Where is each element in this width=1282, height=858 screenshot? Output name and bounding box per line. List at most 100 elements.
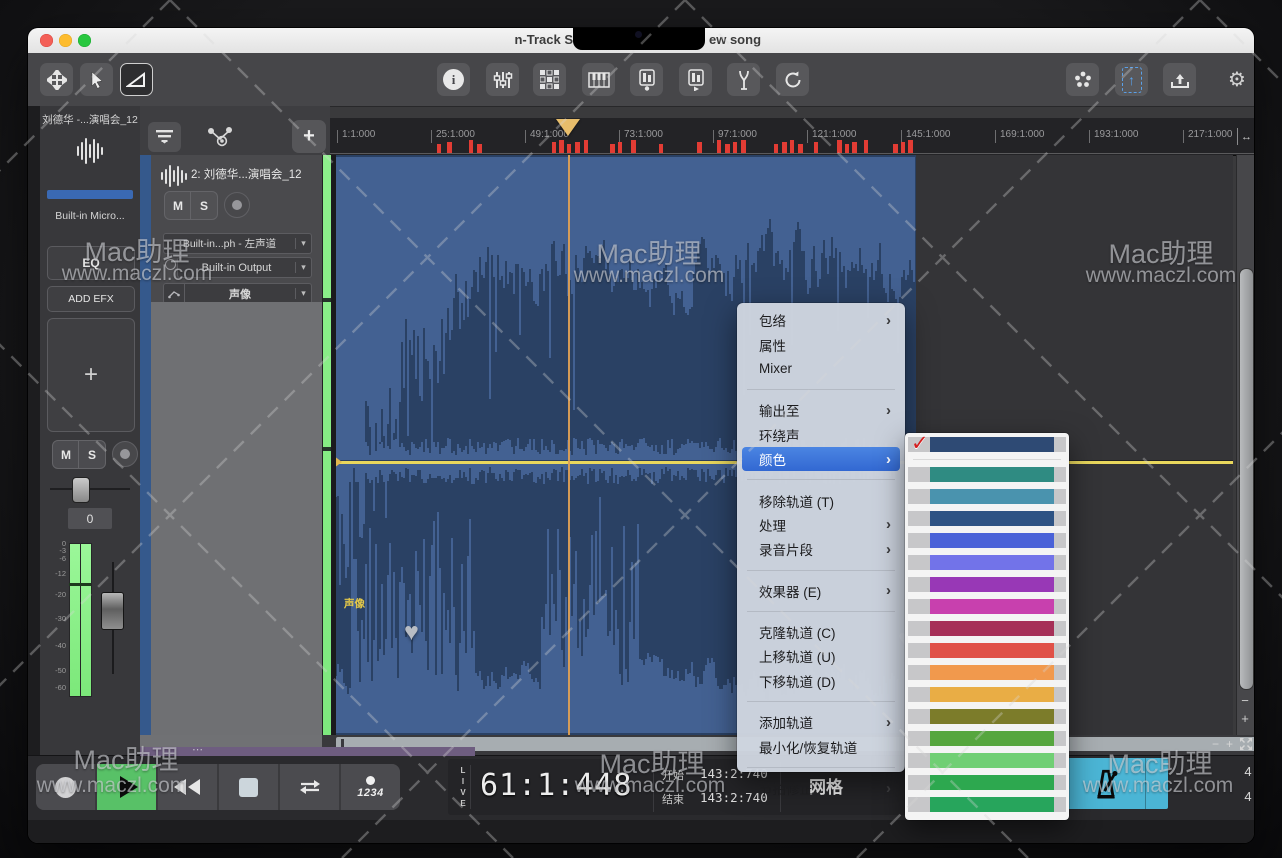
add-plugin-slot[interactable]: + [47,318,135,432]
color-swatch[interactable] [908,467,1066,482]
track-list-menu-button[interactable] [148,122,181,152]
track-mute-button[interactable]: M [164,191,192,220]
menu-item[interactable]: 最小化/恢复轨道 [737,734,905,758]
minimized-track-row[interactable]: ⋯ [140,747,475,756]
timeline-marker[interactable] [741,140,746,153]
menu-item[interactable]: 颜色› [742,447,900,471]
color-swatch[interactable] [908,489,1066,504]
timeline-ruler[interactable]: 1:1:00025:1:00049:1:00073:1:00097:1:0001… [330,118,1254,156]
timeline-marker[interactable] [893,144,898,153]
menu-item[interactable]: 移除轨道 (T) [737,488,905,512]
timeline-marker[interactable] [901,142,905,153]
timeline-marker[interactable] [567,144,571,153]
menu-item[interactable]: 处理› [737,513,905,537]
pan-select[interactable]: 声像 ▾ [163,283,312,304]
menu-item[interactable]: 包络› [737,308,905,332]
menu-item[interactable]: 上移轨道 (U) [737,644,905,668]
color-swatch[interactable] [908,709,1066,724]
vertical-scrollbar-thumb[interactable] [1239,268,1254,690]
volume-fader-handle[interactable] [101,592,124,630]
add-instrument-track-button[interactable] [679,63,712,96]
horizontal-zoom-out-button[interactable]: − [1212,737,1219,751]
timeline-marker[interactable] [559,140,564,153]
timeline-marker[interactable] [725,144,730,153]
color-swatch[interactable] [908,621,1066,636]
add-efx-button[interactable]: ADD EFX [47,286,135,312]
color-swatch[interactable] [908,731,1066,746]
timeline-marker[interactable] [469,140,473,153]
menu-item[interactable]: 属性 [737,332,905,356]
timeline-marker[interactable] [610,144,615,153]
color-swatch[interactable] [908,511,1066,526]
timeline-marker[interactable] [798,144,803,153]
menu-item[interactable]: 节拍修正› [737,776,905,800]
color-swatch[interactable] [908,753,1066,768]
color-swatch[interactable] [908,533,1066,548]
mixer-button[interactable] [486,63,519,96]
timeline-marker[interactable] [782,142,787,153]
color-swatch[interactable] [908,775,1066,790]
color-swatch[interactable] [908,555,1066,570]
sync-button[interactable] [776,63,809,96]
arm-record-button[interactable] [112,441,138,467]
time-signature-top[interactable]: 4 [1240,764,1254,779]
timeline-marker[interactable] [618,142,622,153]
timeline-marker[interactable] [864,140,868,153]
timeline-marker[interactable] [659,144,663,153]
zoom-window-button[interactable] [78,34,91,47]
timeline-marker[interactable] [717,140,721,153]
tuner-button[interactable] [727,63,760,96]
menu-item[interactable]: 下移轨道 (D) [737,669,905,693]
menu-item[interactable]: Mixer [737,357,905,381]
loop-button[interactable] [280,764,339,810]
menu-item[interactable]: 环绕声 [737,423,905,447]
mute-button[interactable]: M [52,440,80,469]
move-tool-button[interactable] [40,63,73,96]
timeline-marker[interactable] [845,144,849,153]
fade-tool-button[interactable] [120,63,153,96]
select-tool-button[interactable] [80,63,113,96]
timeline-marker[interactable] [477,144,482,153]
count-in-button[interactable]: 1234 [341,764,400,810]
time-signature-bottom[interactable]: 4 [1240,789,1254,804]
vertical-scrollbar[interactable] [1236,155,1254,735]
stop-button[interactable] [219,764,278,810]
timeline-marker[interactable] [908,140,913,153]
menu-item[interactable]: 克隆轨道 (C) [737,620,905,644]
info-button[interactable]: i [437,63,470,96]
menu-item[interactable]: 录音片段› [737,537,905,561]
color-swatch[interactable] [908,665,1066,680]
ruler-range-icon[interactable]: ↔ [1237,128,1254,145]
envelope-node-icon[interactable] [336,456,342,468]
menu-item[interactable]: 输出至› [737,398,905,422]
color-swatch[interactable] [908,577,1066,592]
minimize-window-button[interactable] [59,34,72,47]
timeline-marker[interactable] [790,140,794,153]
timeline-marker[interactable] [774,144,778,153]
add-audio-track-button[interactable] [630,63,663,96]
timeline-marker[interactable] [852,142,857,153]
fit-zoom-button[interactable] [1240,738,1252,753]
export-button[interactable] [1163,63,1196,96]
color-swatch[interactable] [908,797,1066,812]
menu-item[interactable]: 效果器 (E)› [737,579,905,603]
timeline-marker[interactable] [552,142,556,153]
close-window-button[interactable] [40,34,53,47]
timeline-marker[interactable] [697,142,702,153]
color-swatch[interactable] [908,643,1066,658]
pads-view-button[interactable] [533,63,566,96]
color-swatch[interactable]: ✓ [908,437,1066,452]
timeline-marker[interactable] [575,142,580,153]
color-swatch[interactable] [908,599,1066,614]
timeline-marker[interactable] [447,142,452,153]
color-swatch[interactable] [908,687,1066,702]
timeline-marker[interactable] [437,144,441,153]
add-track-button[interactable]: + [292,120,326,153]
playhead-handle[interactable] [556,119,580,136]
effects-button[interactable] [1066,63,1099,96]
vertical-zoom-out-button[interactable]: − [1236,694,1254,708]
solo-button[interactable]: S [78,440,106,469]
vertical-zoom-in-button[interactable]: + [1236,712,1254,726]
track-arm-button[interactable] [224,192,250,218]
horizontal-zoom-in-button[interactable]: + [1226,737,1233,751]
